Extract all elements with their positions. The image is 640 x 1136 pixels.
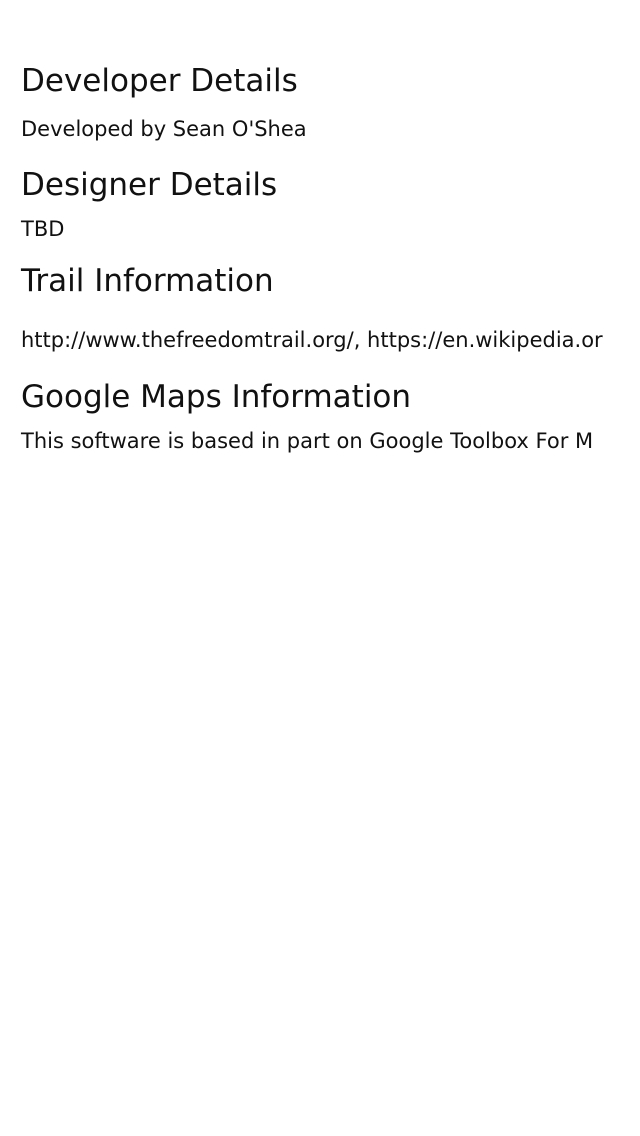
google-maps-information-heading: Google Maps Information: [21, 379, 412, 415]
trail-information-heading: Trail Information: [21, 263, 274, 299]
designer-details-text: TBD: [21, 217, 65, 241]
developer-details-heading: Developer Details: [21, 63, 298, 99]
trail-information-links[interactable]: http://www.thefreedomtrail.org/, https:/…: [21, 327, 603, 353]
designer-details-heading: Designer Details: [21, 167, 278, 203]
developer-details-text: Developed by Sean O'Shea: [21, 117, 307, 141]
about-screen: Developer Details Developed by Sean O'Sh…: [0, 0, 640, 1136]
google-maps-information-text: This software is based in part on Google…: [21, 429, 594, 453]
